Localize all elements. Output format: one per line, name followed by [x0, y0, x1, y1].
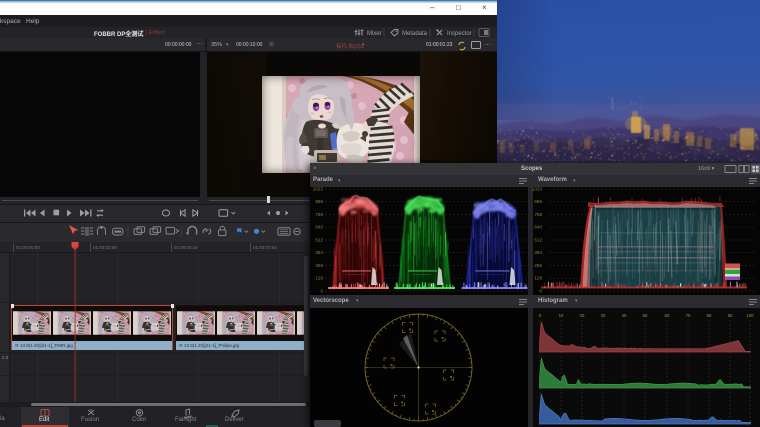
svg-text:128: 128 — [315, 276, 323, 281]
svg-text:0: 0 — [539, 313, 542, 318]
svg-text:Metadata: Metadata — [402, 31, 428, 37]
svg-text:10: 10 — [559, 313, 564, 318]
svg-text:⋯: ⋯ — [484, 42, 491, 49]
svg-text:896: 896 — [315, 199, 323, 204]
svg-text:70: 70 — [686, 313, 691, 318]
svg-text:20: 20 — [580, 313, 585, 318]
svg-text:640: 640 — [534, 225, 542, 230]
svg-text:40: 40 — [622, 313, 627, 318]
svg-text:896: 896 — [534, 199, 542, 204]
svg-text:384: 384 — [315, 250, 323, 255]
svg-text:0: 0 — [320, 289, 323, 294]
svg-text:256: 256 — [315, 263, 323, 268]
svg-text:60: 60 — [665, 313, 670, 318]
svg-text:256: 256 — [534, 263, 542, 268]
svg-text:0: 0 — [539, 289, 542, 294]
svg-text:Mixer: Mixer — [367, 31, 382, 37]
svg-text:Inspector: Inspector — [447, 31, 472, 37]
svg-text:384: 384 — [534, 250, 542, 255]
svg-text:128: 128 — [534, 276, 542, 281]
svg-text:50: 50 — [643, 313, 648, 318]
svg-text:100: 100 — [746, 313, 754, 318]
svg-text:512: 512 — [534, 238, 542, 243]
svg-text:768: 768 — [315, 212, 323, 217]
svg-text:1023: 1023 — [532, 187, 543, 192]
svg-text:90: 90 — [728, 313, 733, 318]
svg-text:640: 640 — [315, 225, 323, 230]
svg-text:30: 30 — [601, 313, 606, 318]
svg-text:768: 768 — [534, 212, 542, 217]
svg-text:1023: 1023 — [313, 187, 324, 192]
svg-text:80: 80 — [707, 313, 712, 318]
svg-text:512: 512 — [315, 238, 323, 243]
